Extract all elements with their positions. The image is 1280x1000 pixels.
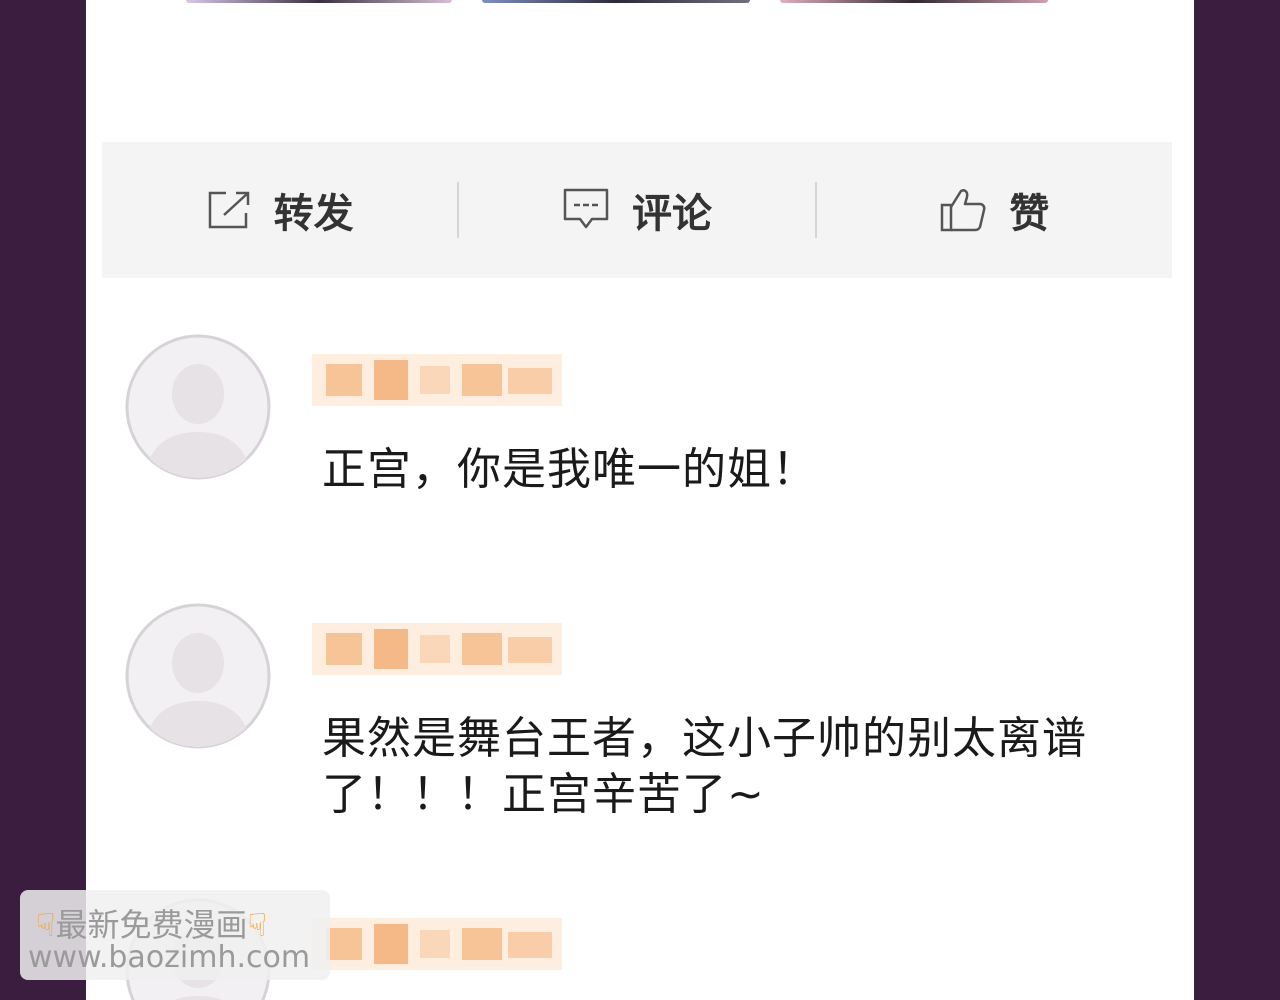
post-image-3[interactable] xyxy=(780,0,1048,3)
default-avatar-icon[interactable] xyxy=(125,603,271,749)
post-action-bar: 转发 评论 赞 xyxy=(102,142,1172,278)
repost-button[interactable]: 转发 xyxy=(102,142,457,278)
pointing-down-hand-icon: ☟ xyxy=(36,906,56,944)
comment-text: 正宫，你是我唯一的姐！ xyxy=(322,444,817,495)
comment-text: 果然是舞台王者，这小子帅的别太离谱了！！！正宫辛苦了~ xyxy=(322,713,1087,820)
thumbs-up-icon xyxy=(941,189,986,232)
pointing-down-hand-icon: ☟ xyxy=(247,906,267,944)
comment-label: 评论 xyxy=(631,191,712,237)
username-blurred[interactable] xyxy=(312,354,562,406)
default-avatar-icon[interactable] xyxy=(125,334,271,480)
post-image-2[interactable] xyxy=(482,0,750,3)
post-image-strip xyxy=(86,0,1194,6)
username-blurred[interactable] xyxy=(312,623,562,675)
comment-icon xyxy=(563,188,609,229)
watermark-title-text: 最新免费漫画 xyxy=(55,906,248,944)
post-image-1[interactable] xyxy=(186,0,452,3)
username-blurred[interactable] xyxy=(312,918,562,970)
repost-label: 转发 xyxy=(273,191,354,237)
comment-button[interactable]: 评论 xyxy=(459,142,814,278)
watermark-url: www.baozimh.com xyxy=(28,940,311,975)
like-button[interactable]: 赞 xyxy=(817,142,1172,278)
share-icon xyxy=(208,191,249,229)
site-watermark: ☟最新免费漫画☟ www.baozimh.com xyxy=(20,890,330,980)
like-label: 赞 xyxy=(1009,191,1050,237)
post-panel: 转发 评论 赞 正宫，你是我唯一的姐！ 果然是舞台王者，这小子帅的别太离谱了！！… xyxy=(86,0,1194,1000)
